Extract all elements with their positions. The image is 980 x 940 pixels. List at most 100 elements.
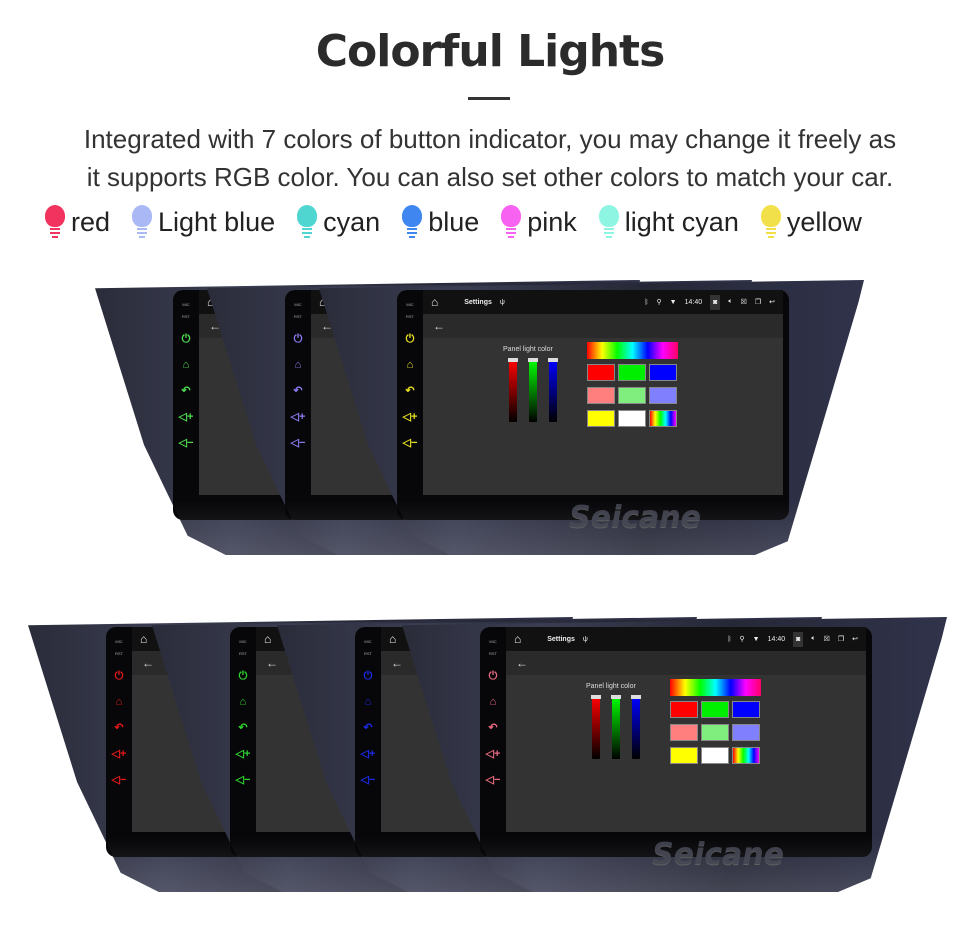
- color-swatch[interactable]: [670, 747, 698, 764]
- back-button[interactable]: ↶: [181, 378, 190, 404]
- volume-down-button[interactable]: ◁−: [486, 767, 501, 793]
- volume-up-button[interactable]: ◁+: [361, 741, 376, 767]
- home-button[interactable]: ⌂: [240, 689, 247, 715]
- recent-apps-icon[interactable]: ❐: [755, 298, 761, 306]
- back-arrow-icon[interactable]: ←: [506, 651, 866, 675]
- color-swatch[interactable]: [701, 724, 729, 741]
- hue-bar[interactable]: [587, 342, 678, 359]
- volume-up-button[interactable]: ◁+: [486, 741, 501, 767]
- power-button[interactable]: ⏻: [182, 326, 191, 352]
- back-arrow-icon[interactable]: ←: [423, 314, 783, 338]
- volume-down-button[interactable]: ◁−: [291, 430, 306, 456]
- description-line: Integrated with 7 colors of button indic…: [83, 124, 897, 154]
- color-swatch[interactable]: [618, 387, 646, 404]
- color-swatch[interactable]: [649, 364, 677, 381]
- volume-icon[interactable]: 🔈︎: [811, 635, 815, 643]
- volume-up-button[interactable]: ◁+: [112, 741, 127, 767]
- home-button[interactable]: ⌂: [295, 352, 302, 378]
- camera-icon[interactable]: ◙: [710, 294, 721, 310]
- bulb-icon: [45, 205, 65, 239]
- home-button[interactable]: ⌂: [116, 689, 123, 715]
- volume-up-button[interactable]: ◁+: [403, 404, 418, 430]
- mic-label: MIC: [182, 302, 190, 307]
- volume-down-button[interactable]: ◁−: [403, 430, 418, 456]
- volume-down-button[interactable]: ◁−: [236, 767, 251, 793]
- color-swatch[interactable]: [732, 747, 760, 764]
- home-icon[interactable]: ⌂: [431, 295, 438, 309]
- color-swatch[interactable]: [732, 724, 760, 741]
- color-swatch[interactable]: [587, 410, 615, 427]
- volume-up-button[interactable]: ◁+: [291, 404, 306, 430]
- color-swatch[interactable]: [618, 410, 646, 427]
- rst-label: RST: [364, 651, 372, 656]
- clock-time: 14:40: [767, 635, 786, 643]
- power-button[interactable]: ⏻: [294, 326, 303, 352]
- home-button[interactable]: ⌂: [365, 689, 372, 715]
- power-button[interactable]: ⏻: [115, 663, 124, 689]
- hue-bar[interactable]: [670, 679, 761, 696]
- color-slider[interactable]: [508, 358, 518, 422]
- back-button[interactable]: ↶: [405, 378, 414, 404]
- back-button[interactable]: ↶: [238, 715, 247, 741]
- color-slider[interactable]: [631, 695, 641, 759]
- power-button[interactable]: ⏻: [239, 663, 248, 689]
- color-swatch[interactable]: [587, 387, 615, 404]
- back-button[interactable]: ↶: [488, 715, 497, 741]
- color-swatch[interactable]: [701, 747, 729, 764]
- app-title: Settings: [547, 635, 575, 643]
- home-button[interactable]: ⌂: [490, 689, 497, 715]
- power-button[interactable]: ⏻: [406, 326, 415, 352]
- back-button[interactable]: ↶: [114, 715, 123, 741]
- back-button[interactable]: ↶: [293, 378, 302, 404]
- power-button[interactable]: ⏻: [489, 663, 498, 689]
- app-title: Settings: [464, 298, 492, 306]
- brand-watermark: Seicane: [569, 500, 701, 535]
- color-swatch[interactable]: [618, 364, 646, 381]
- back-button[interactable]: ↶: [363, 715, 372, 741]
- color-swatch[interactable]: [649, 387, 677, 404]
- home-icon[interactable]: ⌂: [514, 632, 521, 646]
- home-icon[interactable]: ⌂: [389, 632, 396, 646]
- description: Integrated with 7 colors of button indic…: [0, 120, 980, 196]
- mic-label: MIC: [364, 639, 372, 644]
- bulb-icon: [132, 205, 153, 239]
- slider-handle[interactable]: [508, 358, 518, 362]
- home-button[interactable]: ⌂: [407, 352, 414, 378]
- usb-icon: ψ: [499, 298, 505, 306]
- return-icon[interactable]: ↩: [769, 298, 775, 306]
- home-icon[interactable]: ⌂: [264, 632, 271, 646]
- color-swatch[interactable]: [670, 701, 698, 718]
- power-button[interactable]: ⏻: [364, 663, 373, 689]
- color-slider[interactable]: [591, 695, 601, 759]
- color-swatch[interactable]: [701, 701, 729, 718]
- home-icon[interactable]: ⌂: [140, 632, 147, 646]
- color-swatch[interactable]: [649, 410, 677, 427]
- color-slider[interactable]: [611, 695, 621, 759]
- slider-handle[interactable]: [631, 695, 641, 699]
- volume-down-button[interactable]: ◁−: [361, 767, 376, 793]
- camera-icon[interactable]: ◙: [793, 631, 804, 647]
- slider-handle[interactable]: [591, 695, 601, 699]
- home-button[interactable]: ⌂: [183, 352, 190, 378]
- side-buttons: MIC RST ⏻ ⌂ ↶ ◁+ ◁−: [480, 627, 506, 857]
- slider-handle[interactable]: [528, 358, 538, 362]
- volume-up-button[interactable]: ◁+: [236, 741, 251, 767]
- color-swatch[interactable]: [732, 701, 760, 718]
- recent-apps-icon[interactable]: ❐: [838, 635, 844, 643]
- slider-handle[interactable]: [611, 695, 621, 699]
- volume-up-button[interactable]: ◁+: [179, 404, 194, 430]
- mic-label: MIC: [406, 302, 414, 307]
- return-icon[interactable]: ↩: [852, 635, 858, 643]
- mic-label: MIC: [239, 639, 247, 644]
- volume-down-button[interactable]: ◁−: [112, 767, 127, 793]
- close-app-icon[interactable]: ☒: [824, 635, 830, 643]
- color-slider[interactable]: [528, 358, 538, 422]
- color-swatch[interactable]: [670, 724, 698, 741]
- color-slider[interactable]: [548, 358, 558, 422]
- slider-handle[interactable]: [548, 358, 558, 362]
- volume-down-button[interactable]: ◁−: [179, 430, 194, 456]
- head-unit: MICRST⏻⌂↶◁+◁−⌂Settingsψᛒ⚲▼14:40◙🔈︎☒❐↩←Pa…: [319, 280, 864, 555]
- close-app-icon[interactable]: ☒: [741, 298, 747, 306]
- color-swatch[interactable]: [587, 364, 615, 381]
- volume-icon[interactable]: 🔈︎: [728, 298, 732, 306]
